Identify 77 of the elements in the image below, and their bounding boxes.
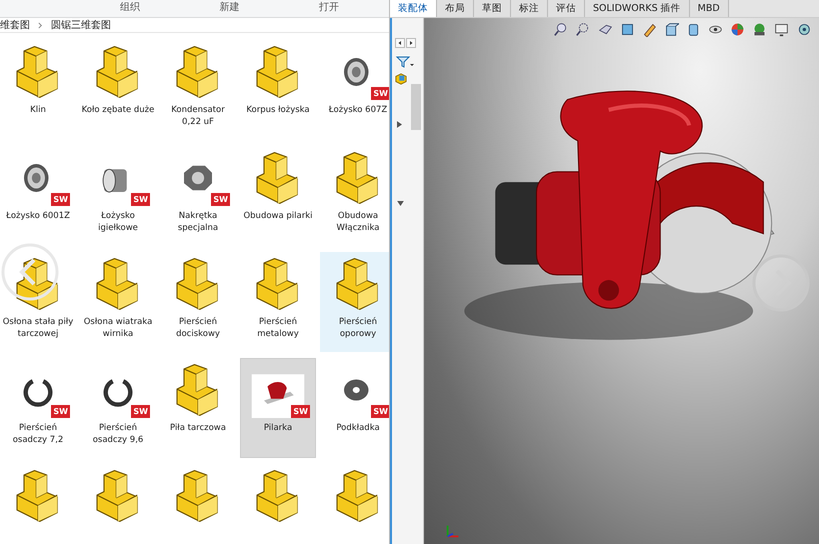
- file-item[interactable]: Pierścień oporowy: [320, 252, 389, 352]
- file-name: Pilarka: [262, 422, 294, 434]
- file-item[interactable]: SW Nakrętka specjalna: [160, 146, 236, 246]
- file-item[interactable]: SW Pierścień osadczy 9,6: [80, 358, 156, 458]
- assembly-icon[interactable]: [395, 73, 407, 85]
- file-item[interactable]: Osłona stała piły tarczowej: [0, 252, 76, 352]
- solidworks-badge: SW: [131, 405, 150, 418]
- display-style-icon[interactable]: [686, 22, 701, 37]
- ribbon-group-label: 新建: [218, 0, 240, 15]
- solidworks-badge: SW: [211, 193, 230, 206]
- solidworks-badge: SW: [291, 405, 310, 418]
- breadcrumb-item[interactable]: 维套图: [0, 18, 30, 32]
- file-name: Klin: [29, 104, 47, 116]
- breadcrumb-item[interactable]: 圆锯三维套图: [51, 18, 111, 32]
- file-name: Łożysko 607Z: [328, 104, 388, 116]
- zoom-icon[interactable]: [554, 22, 569, 37]
- file-name: Korpus łożyska: [245, 104, 311, 116]
- file-name: Pierścień metalowy: [256, 316, 300, 340]
- scene-icon[interactable]: [752, 22, 767, 37]
- file-name: Obudowa pilarki: [242, 210, 314, 222]
- file-item[interactable]: Pierścień dociskowy: [160, 252, 236, 352]
- solidworks-badge: SW: [51, 405, 70, 418]
- file-name: Łożysko 6001Z: [5, 210, 71, 222]
- chevron-icon: [38, 22, 43, 28]
- file-item[interactable]: Piła tarczowa: [160, 358, 236, 458]
- solidworks-badge: SW: [371, 405, 389, 418]
- render-tools-icon[interactable]: [796, 22, 811, 37]
- ribbon-tab[interactable]: SOLIDWORKS 插件: [585, 0, 690, 17]
- file-name: Nakrętka specjalna: [176, 210, 220, 234]
- file-name: Pierścień osadczy 9,6: [92, 422, 144, 446]
- file-item[interactable]: Pierścień metalowy: [240, 252, 316, 352]
- file-name: Pierścień oporowy: [338, 316, 378, 340]
- ribbon-tab[interactable]: 布局: [437, 0, 474, 17]
- file-item[interactable]: SW Pierścień osadczy 7,2: [0, 358, 76, 458]
- ribbon-group-label: 组织: [118, 1, 141, 15]
- file-item[interactable]: Osłona wiatraka wirnika: [80, 252, 156, 352]
- file-name: Podkładka: [335, 422, 381, 434]
- file-item[interactable]: Obudowa Włącznika: [320, 146, 389, 246]
- file-name: Obudowa Włącznika: [336, 210, 380, 234]
- scrollbar[interactable]: [411, 84, 421, 130]
- file-item[interactable]: Klin: [0, 40, 76, 140]
- file-item[interactable]: SW Pilarka: [240, 358, 316, 458]
- file-item[interactable]: SW Łożysko 6001Z: [0, 146, 76, 246]
- file-item[interactable]: SW Łożysko 607Z: [320, 40, 389, 140]
- ribbon-tab[interactable]: MBD: [690, 0, 729, 17]
- ribbon-tab[interactable]: 装配体: [390, 0, 437, 17]
- appearance-icon[interactable]: [730, 22, 745, 37]
- file-item[interactable]: SW Podkładka: [320, 358, 389, 458]
- file-name: Piła tarczowa: [169, 422, 227, 434]
- ribbon-tab[interactable]: 草图: [474, 0, 511, 17]
- file-item[interactable]: Koło zębate duże: [80, 40, 156, 140]
- file-item[interactable]: Obudowa pilarki: [240, 146, 316, 246]
- solidworks-badge: SW: [371, 87, 389, 100]
- dynamic-annotation-icon[interactable]: [642, 22, 657, 37]
- ribbon-tab[interactable]: 评估: [548, 0, 585, 17]
- ribbon-tab[interactable]: 标注: [511, 0, 548, 17]
- file-item[interactable]: Kondensator 0,22 uF: [160, 40, 236, 140]
- zoom-area-icon[interactable]: [576, 22, 591, 37]
- solidworks-badge: SW: [51, 193, 70, 206]
- file-item[interactable]: SW Łożysko igiełkowe: [80, 146, 156, 246]
- previous-view-icon[interactable]: [598, 22, 613, 37]
- file-name: Koło zębate duże: [81, 104, 155, 116]
- file-name: Kondensator 0,22 uF: [170, 104, 226, 128]
- file-item[interactable]: Korpus łożyska: [240, 40, 316, 140]
- file-name: Osłona wiatraka wirnika: [82, 316, 154, 340]
- view-orientation-icon[interactable]: [664, 22, 679, 37]
- collapse-arrow-icon[interactable]: [397, 201, 404, 206]
- section-view-icon[interactable]: [620, 22, 635, 37]
- filter-icon[interactable]: [395, 55, 415, 69]
- file-name: Łożysko igiełkowe: [97, 210, 139, 234]
- file-name: Pierścień osadczy 7,2: [12, 422, 64, 446]
- file-name: Osłona stała piły tarczowej: [2, 316, 74, 340]
- monitor-icon[interactable]: [774, 22, 789, 37]
- solidworks-badge: SW: [131, 193, 150, 206]
- file-name: Pierścień dociskowy: [175, 316, 221, 340]
- ribbon-group-label: 打开: [318, 0, 340, 15]
- expand-arrow-icon[interactable]: [397, 121, 402, 128]
